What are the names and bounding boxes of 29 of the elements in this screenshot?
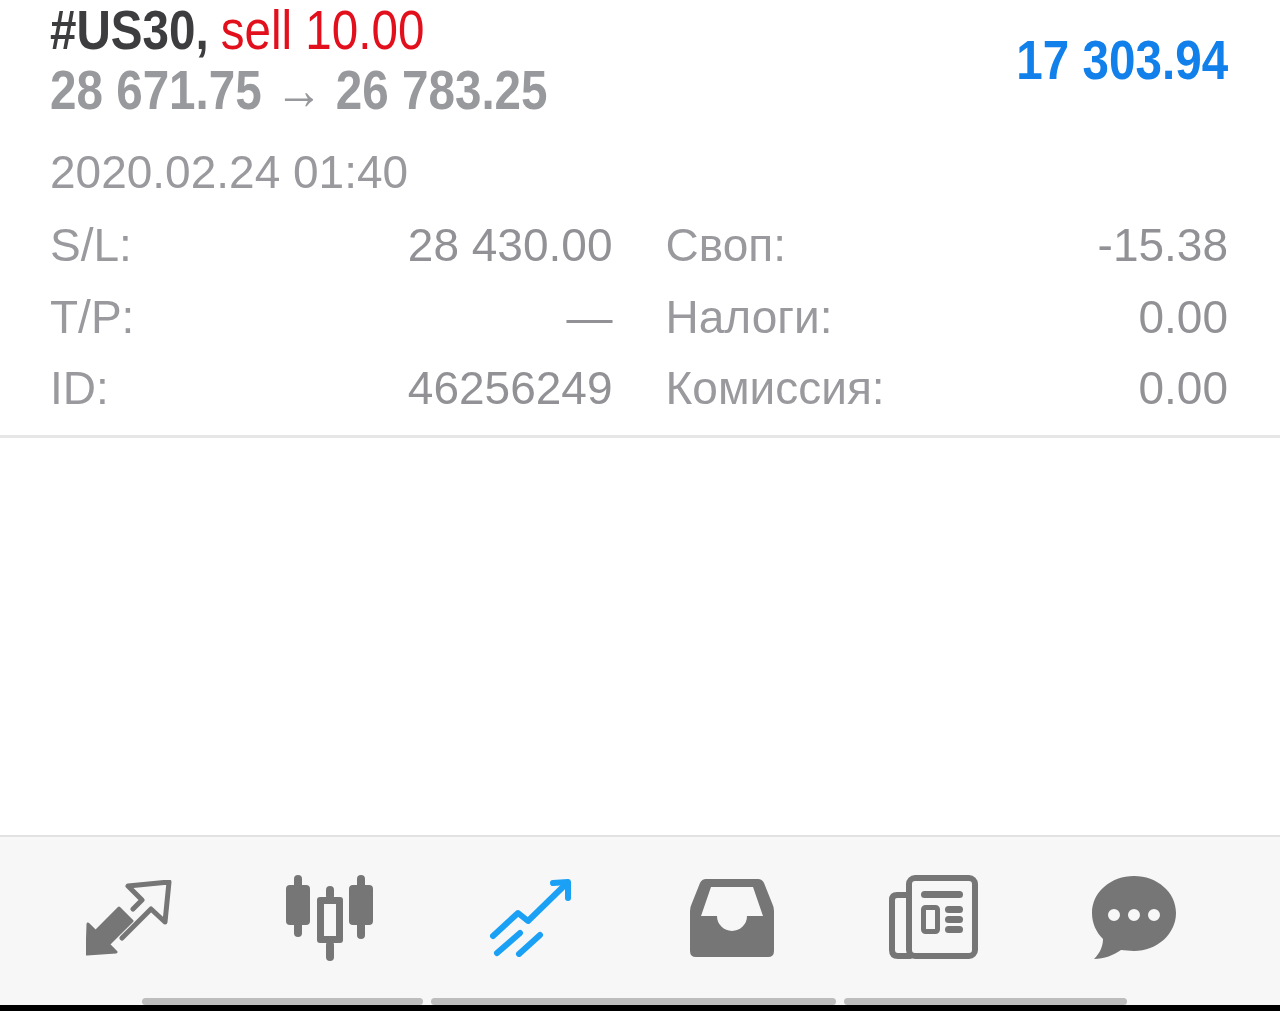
quotes-tab[interactable] — [85, 879, 172, 956]
candlestick-icon — [285, 874, 374, 961]
profit-amount: 17 303.94 — [1016, 28, 1228, 91]
inbox-tray-icon — [689, 878, 774, 957]
detail-value: -15.38 — [1097, 218, 1228, 273]
detail-label: Налоги: — [665, 289, 833, 345]
detail-value: — — [566, 289, 613, 345]
chart-tab[interactable] — [285, 874, 374, 961]
detail-value: 28 430.00 — [407, 218, 613, 273]
chat-bubble-icon — [1091, 875, 1176, 960]
detail-label: Комиссия: — [665, 361, 885, 416]
trend-arrow-icon — [488, 878, 573, 957]
newspaper-icon — [887, 874, 978, 961]
detail-value: 46256249 — [407, 361, 613, 416]
detail-label: ID: — [50, 361, 109, 416]
chat-tab[interactable] — [1091, 875, 1176, 960]
symbol-name: #US30, — [50, 0, 209, 60]
history-tab[interactable] — [689, 878, 774, 957]
detail-label: T/P: — [50, 289, 135, 345]
detail-label: Своп: — [665, 218, 786, 273]
detail-label: S/L: — [50, 218, 132, 273]
open-time: 2020.02.24 01:40 — [50, 146, 409, 198]
double-arrow-icon — [85, 879, 172, 956]
open-close-prices: 28 671.75 → 26 783.25 — [50, 58, 548, 121]
trade-tab[interactable] — [488, 878, 573, 957]
order-volume: sell 10.00 — [220, 0, 425, 60]
news-tab[interactable] — [887, 874, 978, 961]
detail-value: 0.00 — [1138, 361, 1228, 416]
detail-value: 0.00 — [1138, 289, 1228, 345]
